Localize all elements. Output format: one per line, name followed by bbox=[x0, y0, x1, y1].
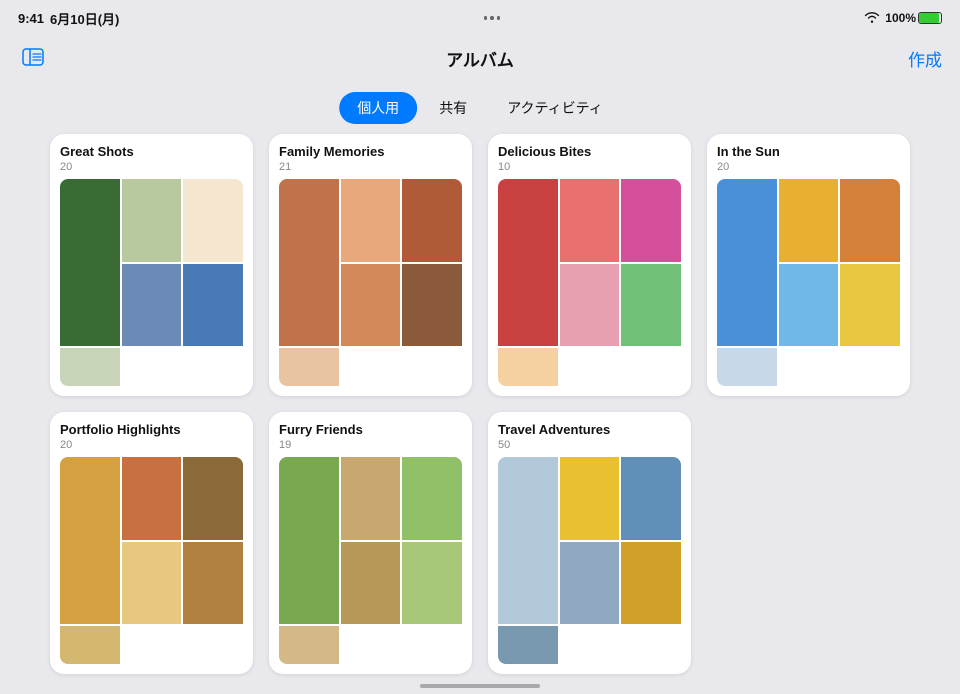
photo-cell bbox=[402, 457, 462, 540]
album-photos bbox=[60, 457, 243, 664]
photo-cell bbox=[279, 626, 339, 664]
photo-cell bbox=[498, 348, 558, 386]
album-great-shots[interactable]: Great Shots 20 bbox=[50, 134, 253, 396]
photo-cell bbox=[621, 264, 681, 347]
album-furry-friends[interactable]: Furry Friends 19 bbox=[269, 412, 472, 674]
sidebar-icon bbox=[22, 48, 44, 66]
photo-cell bbox=[779, 264, 839, 347]
album-travel-adventures[interactable]: Travel Adventures 50 bbox=[488, 412, 691, 674]
battery-percent: 100% bbox=[885, 11, 916, 25]
photo-cell bbox=[779, 179, 839, 262]
status-bar: 9:41 6月10日(月) 100% bbox=[0, 0, 960, 36]
segment-activity[interactable]: アクティビティ bbox=[489, 92, 621, 124]
create-button[interactable]: 作成 bbox=[908, 46, 942, 71]
album-count: 10 bbox=[498, 161, 681, 173]
time: 9:41 bbox=[18, 11, 44, 26]
photo-cell bbox=[717, 348, 777, 386]
photo-cell bbox=[341, 179, 401, 262]
photo-cell bbox=[60, 348, 120, 386]
photo-cell bbox=[717, 179, 777, 346]
photo-cell bbox=[402, 179, 462, 262]
empty-slot bbox=[707, 412, 910, 674]
dot-2 bbox=[490, 16, 494, 20]
date: 6月10日(月) bbox=[50, 9, 119, 28]
album-photos bbox=[279, 179, 462, 386]
photo-cell bbox=[341, 542, 401, 625]
photo-cell bbox=[60, 179, 120, 346]
photo-cell bbox=[498, 626, 558, 664]
album-title: Family Memories bbox=[279, 144, 462, 159]
album-title: Furry Friends bbox=[279, 422, 462, 437]
album-title: In the Sun bbox=[717, 144, 900, 159]
album-title: Great Shots bbox=[60, 144, 243, 159]
album-count: 20 bbox=[60, 161, 243, 173]
album-photos bbox=[498, 457, 681, 664]
album-delicious-bites[interactable]: Delicious Bites 10 bbox=[488, 134, 691, 396]
photo-cell bbox=[60, 626, 120, 664]
photo-cell bbox=[122, 542, 182, 625]
photo-cell bbox=[402, 542, 462, 625]
album-photos bbox=[717, 179, 900, 386]
album-title: Portfolio Highlights bbox=[60, 422, 243, 437]
album-count: 19 bbox=[279, 439, 462, 451]
photo-cell bbox=[621, 542, 681, 625]
album-count: 20 bbox=[60, 439, 243, 451]
battery-bar bbox=[918, 12, 942, 24]
segmented-control: 個人用 共有 アクティビティ bbox=[339, 92, 621, 124]
photo-cell bbox=[498, 457, 558, 624]
nav-right[interactable]: 作成 bbox=[908, 46, 942, 71]
photo-cell bbox=[560, 457, 620, 540]
nav-title: アルバム bbox=[446, 46, 514, 71]
photo-cell bbox=[183, 179, 243, 262]
photo-cell bbox=[402, 264, 462, 347]
album-title: Delicious Bites bbox=[498, 144, 681, 159]
album-title: Travel Adventures bbox=[498, 422, 681, 437]
status-bar-left: 9:41 6月10日(月) bbox=[18, 9, 119, 28]
dot-1 bbox=[484, 16, 488, 20]
photo-cell bbox=[60, 457, 120, 624]
photo-cell bbox=[560, 179, 620, 262]
photo-cell bbox=[560, 264, 620, 347]
photo-cell bbox=[621, 457, 681, 540]
album-family-memories[interactable]: Family Memories 21 bbox=[269, 134, 472, 396]
photo-cell bbox=[183, 457, 243, 540]
albums-grid: Great Shots 20 Family Memories 21 Delici… bbox=[0, 134, 960, 674]
photo-cell bbox=[183, 264, 243, 347]
photo-cell bbox=[840, 264, 900, 347]
photo-cell bbox=[621, 179, 681, 262]
album-count: 20 bbox=[717, 161, 900, 173]
album-in-the-sun[interactable]: In the Sun 20 bbox=[707, 134, 910, 396]
photo-cell bbox=[279, 457, 339, 624]
status-bar-right: 100% bbox=[864, 11, 942, 26]
album-count: 50 bbox=[498, 439, 681, 451]
segment-personal[interactable]: 個人用 bbox=[339, 92, 417, 124]
nav-bar: アルバム 作成 bbox=[0, 36, 960, 80]
photo-cell bbox=[183, 542, 243, 625]
photo-cell bbox=[498, 179, 558, 346]
photo-cell bbox=[341, 264, 401, 347]
wifi-icon bbox=[864, 11, 880, 26]
dot-3 bbox=[497, 16, 501, 20]
album-photos bbox=[498, 179, 681, 386]
photo-cell bbox=[279, 179, 339, 346]
segment-shared[interactable]: 共有 bbox=[421, 92, 485, 124]
album-count: 21 bbox=[279, 161, 462, 173]
photo-cell bbox=[341, 457, 401, 540]
battery: 100% bbox=[885, 11, 942, 25]
photo-cell bbox=[560, 542, 620, 625]
sidebar-toggle-button[interactable] bbox=[18, 44, 48, 73]
album-photos bbox=[60, 179, 243, 386]
photo-cell bbox=[122, 457, 182, 540]
nav-left bbox=[18, 44, 48, 73]
photo-cell bbox=[279, 348, 339, 386]
ellipsis-dots bbox=[484, 16, 501, 20]
battery-fill bbox=[919, 13, 939, 23]
home-indicator bbox=[420, 684, 540, 688]
album-photos bbox=[279, 457, 462, 664]
photo-cell bbox=[840, 179, 900, 262]
photo-cell bbox=[122, 179, 182, 262]
photo-cell bbox=[122, 264, 182, 347]
status-bar-center bbox=[484, 16, 501, 20]
album-portfolio-highlights[interactable]: Portfolio Highlights 20 bbox=[50, 412, 253, 674]
